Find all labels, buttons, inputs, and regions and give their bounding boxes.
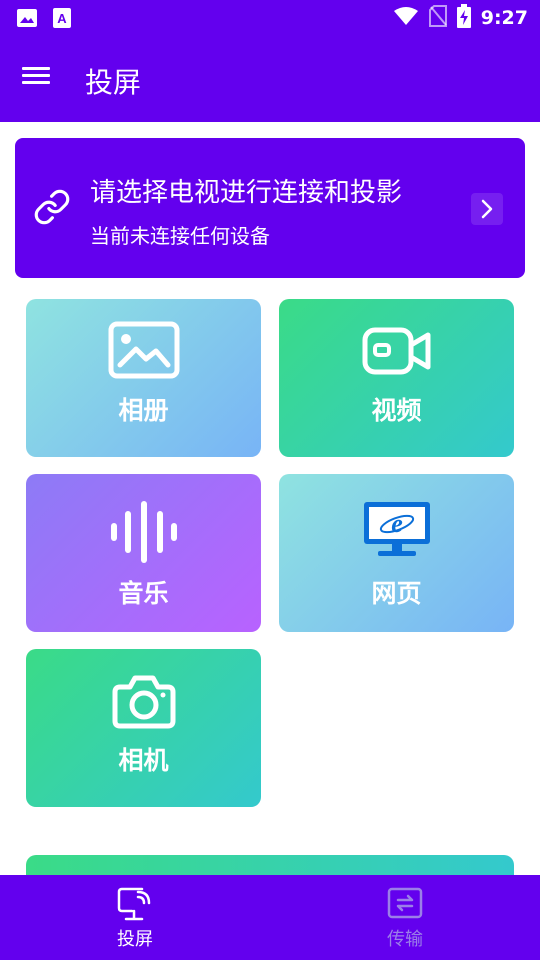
sound-wave-icon [26, 500, 261, 564]
tile-video[interactable]: 视频 [279, 299, 514, 457]
image-icon [26, 321, 261, 379]
tile-web[interactable]: e 网页 [279, 474, 514, 632]
video-camera-icon [279, 325, 514, 377]
tile-web-label: 网页 [371, 579, 422, 608]
image-notification-icon [16, 7, 38, 33]
tile-album[interactable]: 相册 [26, 299, 261, 457]
nav-item-transfer[interactable]: 传输 [270, 875, 540, 960]
chevron-right-icon[interactable] [471, 193, 503, 225]
no-sim-icon [428, 5, 447, 31]
svg-text:e: e [391, 509, 403, 538]
tile-camera-label: 相机 [118, 746, 169, 775]
battery-charging-icon [456, 4, 471, 32]
tile-video-label: 视频 [371, 396, 422, 425]
connect-card-subtitle: 当前未连接任何设备 [90, 224, 270, 248]
connect-device-card[interactable]: 请选择电视进行连接和投影 当前未连接任何设备 [15, 138, 525, 278]
tile-album-label: 相册 [118, 396, 169, 425]
app-bar: 投屏 [0, 36, 540, 122]
nav-label-cast: 投屏 [117, 929, 153, 950]
status-time: 9:27 [480, 7, 528, 29]
status-bar: A 9:27 [0, 0, 540, 36]
nav-item-cast[interactable]: 投屏 [0, 875, 270, 960]
text-notification-icon: A [52, 7, 72, 33]
nav-label-transfer: 传输 [387, 929, 423, 950]
tile-music[interactable]: 音乐 [26, 474, 261, 632]
wifi-icon [393, 6, 419, 30]
tile-camera[interactable]: 相机 [26, 649, 261, 807]
connect-card-title: 请选择电视进行连接和投影 [90, 178, 403, 208]
camera-icon [26, 673, 261, 729]
browser-monitor-icon: e [279, 500, 514, 560]
transfer-icon [270, 886, 540, 920]
cast-icon [0, 886, 270, 922]
link-icon [33, 188, 71, 226]
page-title: 投屏 [85, 66, 142, 99]
hamburger-menu-icon[interactable] [22, 63, 62, 95]
tile-music-label: 音乐 [118, 579, 169, 608]
svg-text:A: A [57, 11, 67, 26]
bottom-nav: 投屏 传输 [0, 875, 540, 960]
